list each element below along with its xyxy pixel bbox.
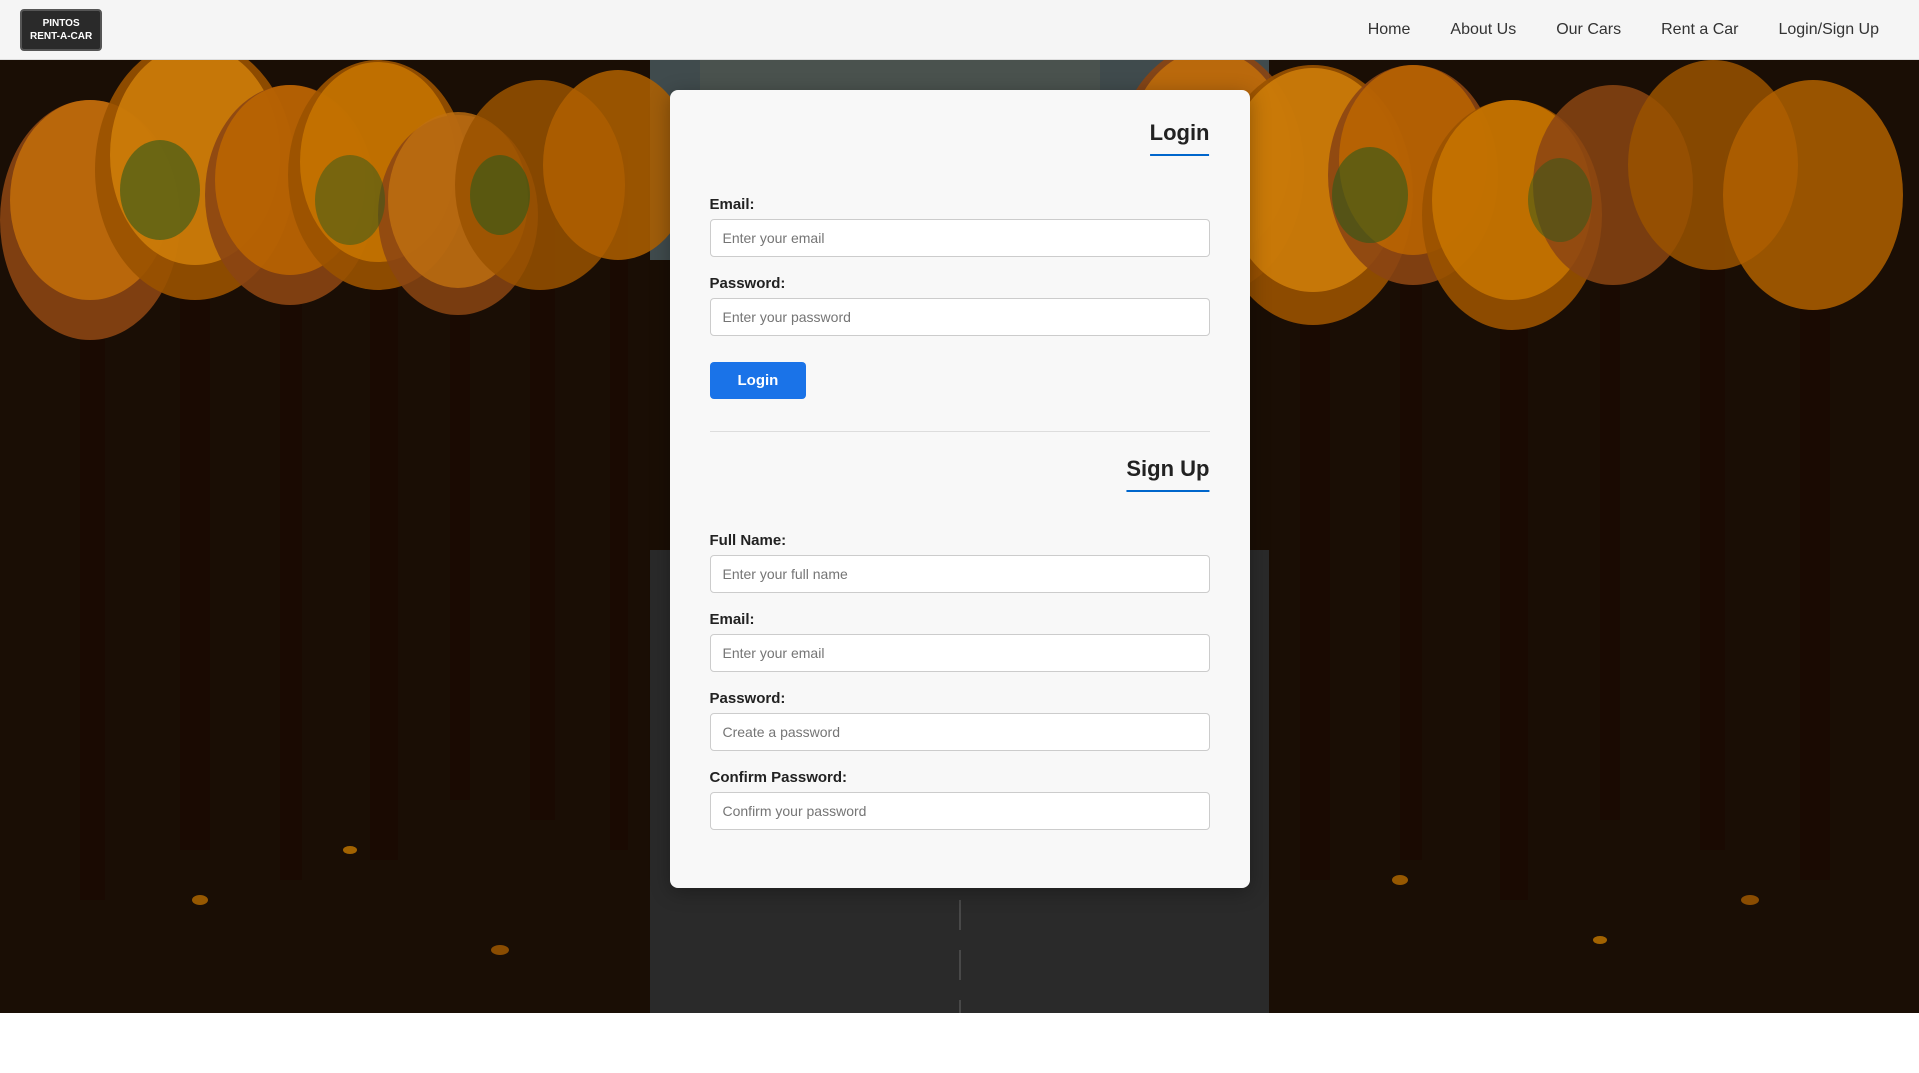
- signup-email-label: Email:: [710, 611, 1210, 628]
- signup-password-group: Password:: [710, 690, 1210, 751]
- login-title: Login: [1150, 120, 1210, 156]
- signup-title: Sign Up: [1126, 456, 1209, 492]
- nav-links: Home About Us Our Cars Rent a Car Login/…: [1368, 21, 1879, 39]
- login-email-group: Email:: [710, 196, 1210, 257]
- signup-fullname-group: Full Name:: [710, 532, 1210, 593]
- logo: PINTOS RENT-A-CAR: [20, 9, 102, 51]
- login-password-label: Password:: [710, 275, 1210, 292]
- nav-item-home[interactable]: Home: [1368, 21, 1411, 39]
- navbar: PINTOS RENT-A-CAR Home About Us Our Cars…: [0, 0, 1919, 60]
- form-card: Login Email: Password: Login Sign Up Ful…: [670, 90, 1250, 888]
- nav-item-cars[interactable]: Our Cars: [1556, 21, 1621, 39]
- signup-confirm-group: Confirm Password:: [710, 769, 1210, 830]
- signup-password-label: Password:: [710, 690, 1210, 707]
- logo-box: PINTOS RENT-A-CAR: [20, 9, 102, 51]
- signup-fullname-label: Full Name:: [710, 532, 1210, 549]
- login-password-group: Password:: [710, 275, 1210, 336]
- nav-link-about[interactable]: About Us: [1450, 21, 1516, 38]
- signup-title-wrapper: Sign Up: [710, 456, 1210, 512]
- signup-email-input[interactable]: [710, 634, 1210, 672]
- login-email-input[interactable]: [710, 219, 1210, 257]
- nav-link-rent[interactable]: Rent a Car: [1661, 21, 1738, 38]
- signup-confirm-label: Confirm Password:: [710, 769, 1210, 786]
- login-email-label: Email:: [710, 196, 1210, 213]
- login-password-input[interactable]: [710, 298, 1210, 336]
- nav-item-rent[interactable]: Rent a Car: [1661, 21, 1738, 39]
- signup-email-group: Email:: [710, 611, 1210, 672]
- signup-confirm-input[interactable]: [710, 792, 1210, 830]
- login-title-wrapper: Login: [710, 120, 1210, 176]
- nav-link-login[interactable]: Login/Sign Up: [1778, 21, 1879, 38]
- login-button[interactable]: Login: [710, 362, 807, 399]
- section-divider: [710, 431, 1210, 432]
- nav-link-cars[interactable]: Our Cars: [1556, 21, 1621, 38]
- logo-line1: PINTOS: [43, 18, 80, 29]
- nav-item-login[interactable]: Login/Sign Up: [1778, 21, 1879, 39]
- logo-line2: RENT-A-CAR: [30, 31, 92, 42]
- main-content: Login Email: Password: Login Sign Up Ful…: [0, 60, 1919, 948]
- signup-password-input[interactable]: [710, 713, 1210, 751]
- nav-link-home[interactable]: Home: [1368, 21, 1411, 38]
- nav-item-about[interactable]: About Us: [1450, 21, 1516, 39]
- signup-fullname-input[interactable]: [710, 555, 1210, 593]
